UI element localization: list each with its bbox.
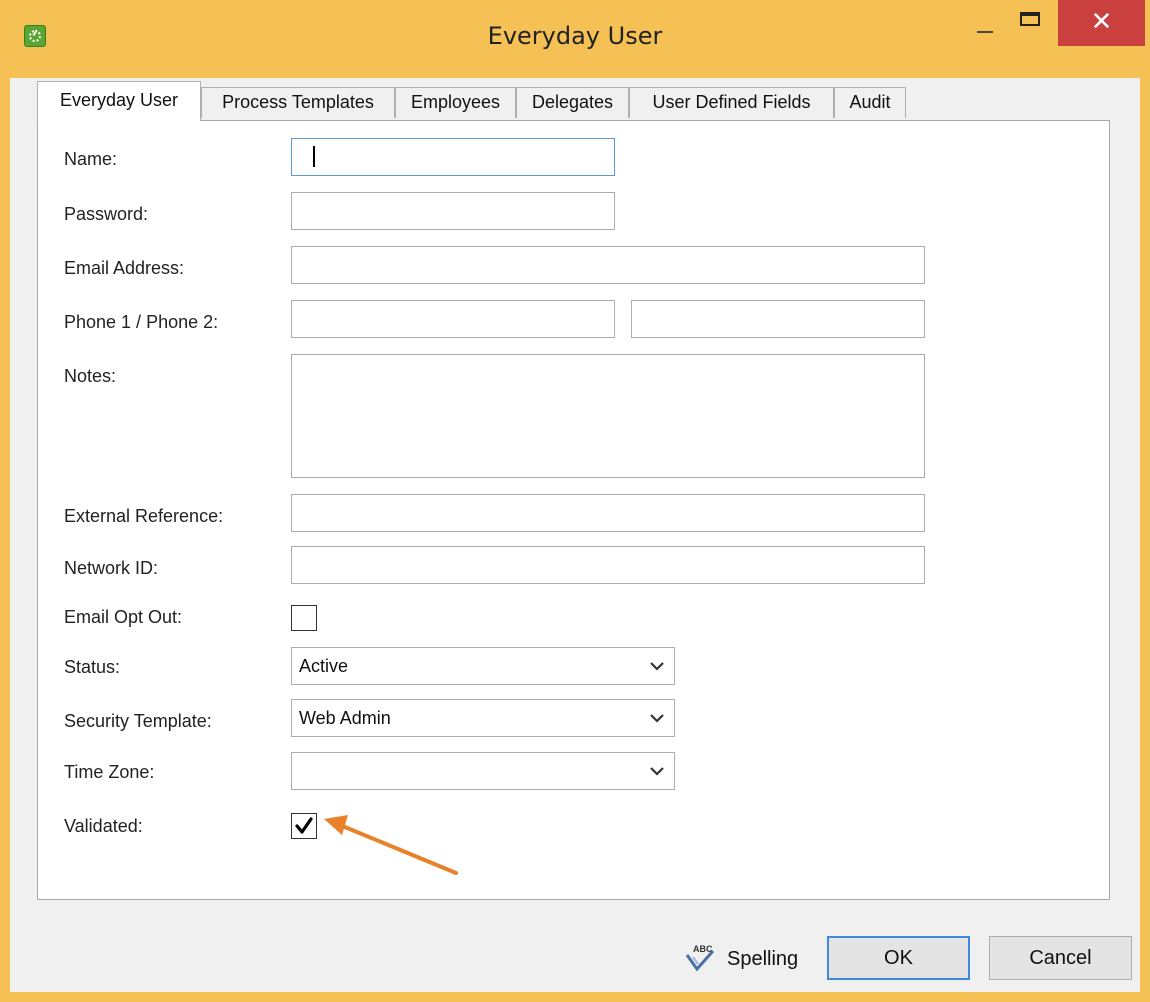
- status-value: Active: [299, 656, 349, 676]
- spell-check-icon: ABC: [685, 944, 715, 972]
- title-bar[interactable]: Everyday User ✕: [0, 0, 1150, 78]
- email-label: Email Address:: [64, 258, 185, 278]
- spelling-label: Spelling: [727, 948, 799, 970]
- network-id-input[interactable]: [291, 546, 925, 584]
- chevron-down-icon: [650, 714, 664, 723]
- validated-label: Validated:: [64, 816, 143, 836]
- status-label: Status:: [64, 657, 121, 677]
- tab-audit[interactable]: Audit: [834, 87, 906, 118]
- dialog-client-area: Everyday User Process Templates Employee…: [10, 78, 1140, 992]
- tab-bar: Everyday User Process Templates Employee…: [10, 78, 1140, 123]
- tab-user-defined-fields[interactable]: User Defined Fields: [629, 87, 834, 118]
- tab-everyday-user[interactable]: Everyday User: [37, 81, 201, 121]
- external-reference-input[interactable]: [291, 494, 925, 532]
- cancel-button[interactable]: Cancel: [989, 936, 1132, 980]
- notes-textarea[interactable]: [291, 354, 925, 478]
- dialog-window: Everyday User ✕ Everyday User Process Te…: [0, 0, 1150, 1002]
- password-label: Password:: [64, 204, 149, 224]
- time-zone-label: Time Zone:: [64, 762, 155, 782]
- phone-label: Phone 1 / Phone 2:: [64, 312, 219, 332]
- ok-button[interactable]: OK: [827, 936, 970, 980]
- tab-delegates[interactable]: Delegates: [516, 87, 629, 118]
- name-input[interactable]: [291, 138, 615, 176]
- notes-label: Notes:: [64, 366, 117, 386]
- phone2-input[interactable]: [631, 300, 925, 338]
- close-icon: ✕: [1090, 7, 1113, 37]
- network-id-label: Network ID:: [64, 558, 159, 578]
- security-template-value: Web Admin: [299, 708, 391, 728]
- time-zone-select[interactable]: [291, 752, 675, 790]
- status-select[interactable]: Active: [291, 647, 675, 685]
- password-input[interactable]: [291, 192, 615, 230]
- close-button[interactable]: ✕: [1058, 0, 1145, 46]
- everyday-user-panel: Name: Password: Email Address: Phone 1 /…: [37, 120, 1110, 900]
- email-input[interactable]: [291, 246, 925, 284]
- chevron-down-icon: [650, 767, 664, 776]
- tab-employees[interactable]: Employees: [395, 87, 516, 118]
- name-label: Name:: [64, 149, 118, 169]
- text-caret: [313, 146, 315, 167]
- checkmark-icon: [295, 817, 313, 834]
- security-template-select[interactable]: Web Admin: [291, 699, 675, 737]
- minimize-button[interactable]: [968, 0, 1002, 46]
- maximize-button[interactable]: [1012, 0, 1048, 46]
- orange-arrow-pointer: [324, 815, 458, 875]
- external-reference-label: External Reference:: [64, 506, 224, 526]
- email-opt-out-checkbox[interactable]: [291, 605, 317, 631]
- tab-process-templates[interactable]: Process Templates: [201, 87, 395, 118]
- email-opt-out-label: Email Opt Out:: [64, 607, 183, 627]
- phone1-input[interactable]: [291, 300, 615, 338]
- chevron-down-icon: [650, 662, 664, 671]
- security-template-label: Security Template:: [64, 711, 212, 731]
- validated-checkbox[interactable]: [291, 813, 317, 839]
